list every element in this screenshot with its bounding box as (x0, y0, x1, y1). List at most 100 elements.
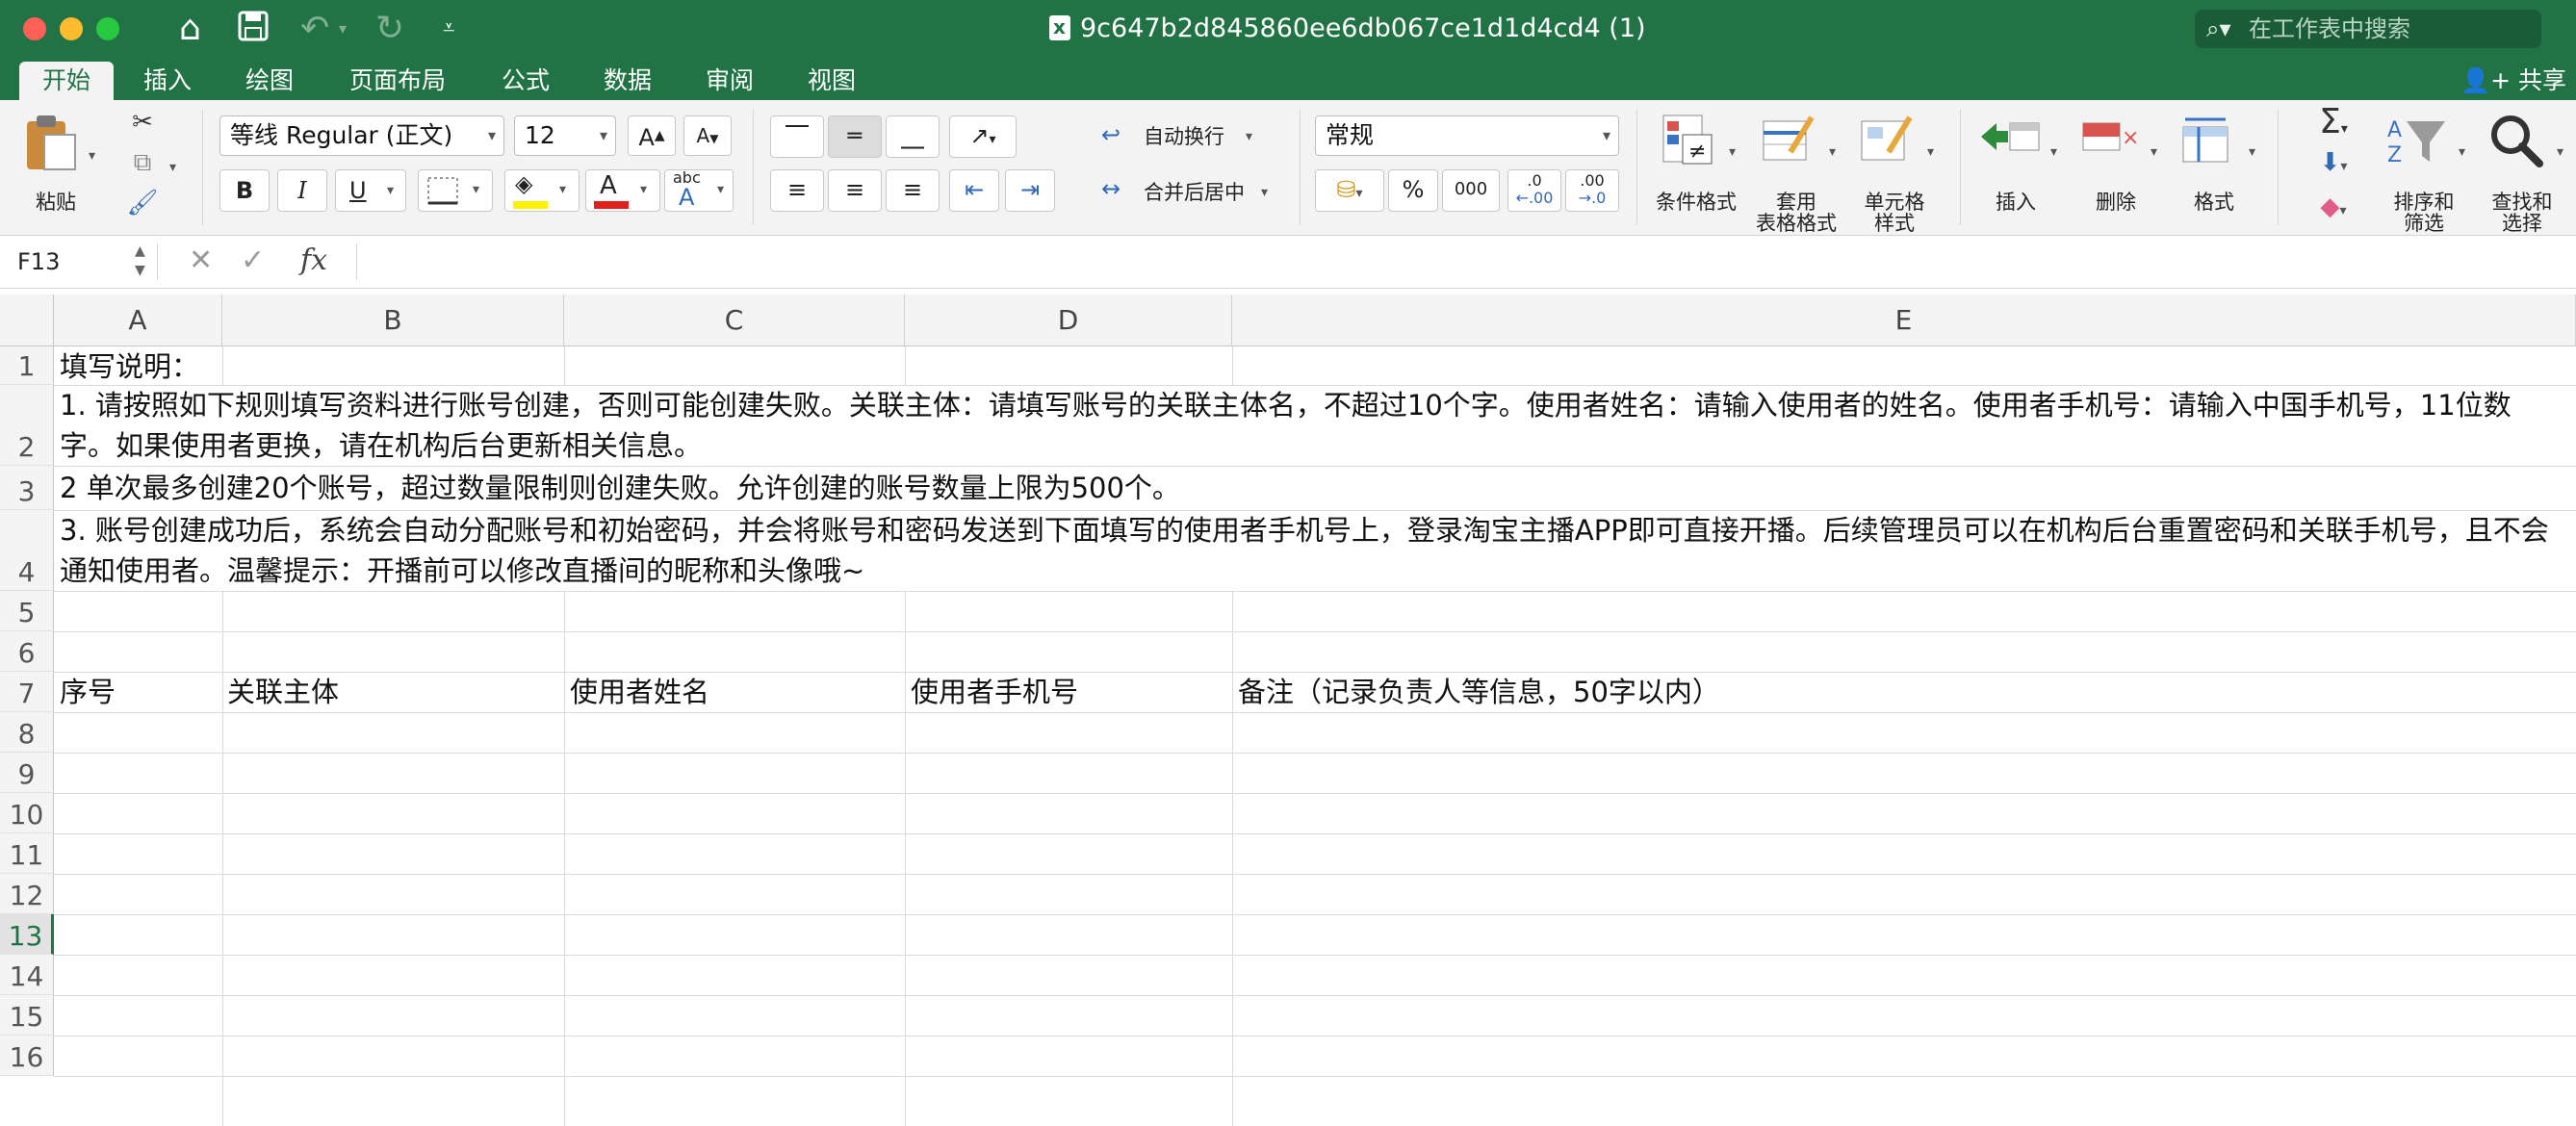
column-header-a[interactable]: A (54, 294, 222, 346)
header-cell-b7[interactable]: 关联主体 (227, 672, 339, 712)
find-select-button[interactable]: ▾ 查找和 选择 (2476, 110, 2572, 235)
name-box-stepper-icon[interactable]: ▲ ▼ (135, 242, 145, 280)
row-header[interactable]: 11 (0, 833, 54, 874)
save-icon[interactable] (237, 10, 270, 51)
worksheet-grid[interactable]: A B C D E 1 2 3 4 5 6 7 8 9 10 11 12 13 … (0, 294, 2576, 1126)
fill-color-button[interactable]: ◈ ▾ (504, 169, 580, 212)
merge-center-button[interactable]: ↔ 合并后居中 ▾ (1101, 173, 1284, 212)
cell-a2[interactable]: 1. 请按照如下规则填写资料进行账号创建，否则可能创建失败。关联主体：请填写账号… (60, 385, 2563, 466)
cell-a1[interactable]: 填写说明： (60, 346, 199, 387)
minimize-window-button[interactable] (60, 17, 83, 40)
header-cell-d7[interactable]: 使用者手机号 (911, 672, 1078, 712)
format-painter-icon[interactable]: 🖌 (123, 189, 162, 218)
row-header[interactable]: 3 (0, 466, 54, 510)
cell-a3[interactable]: 2 单次最多创建20个账号，超过数量限制则创建失败。允许创建的账号数量上限为50… (60, 468, 1180, 508)
header-cell-a7[interactable]: 序号 (60, 672, 116, 712)
redo-icon[interactable]: ↻ (375, 10, 404, 48)
cancel-icon[interactable]: ✕ (189, 242, 213, 280)
tab-draw[interactable]: 绘图 (231, 62, 308, 100)
phonetic-button[interactable]: abc A ▾ (664, 168, 734, 212)
decrease-font-size-button[interactable]: A▼ (683, 115, 732, 156)
percent-style-button[interactable]: % (1388, 169, 1438, 212)
align-bottom-button[interactable]: ⎽ (886, 115, 940, 158)
zoom-window-button[interactable] (96, 17, 119, 40)
increase-font-size-button[interactable]: A▲ (628, 115, 676, 156)
underline-dropdown-icon[interactable]: ▾ (387, 183, 394, 198)
undo-icon[interactable]: ↶ (300, 10, 329, 48)
sort-filter-button[interactable]: A Z ▾ 排序和 筛选 (2378, 110, 2474, 235)
row-header[interactable]: 9 (0, 753, 54, 793)
insert-cells-button[interactable]: ▾ 插入 (1970, 110, 2066, 229)
conditional-format-button[interactable]: ≠ ▾ 条件格式 (1650, 110, 1746, 229)
copy-dropdown-icon[interactable]: ▾ (169, 160, 176, 175)
tab-home[interactable]: 开始 (19, 62, 114, 100)
decrease-decimal-button[interactable]: .00 →.0 (1565, 169, 1619, 212)
fill-down-button[interactable]: ⬇▾ (2305, 148, 2362, 177)
borders-button[interactable]: ▾ (418, 169, 493, 212)
column-header-c[interactable]: C (564, 294, 905, 346)
comma-style-button[interactable]: 000 (1442, 169, 1500, 212)
cell-styles-button[interactable]: ▾ 单元格 样式 (1848, 110, 1945, 235)
header-cell-c7[interactable]: 使用者姓名 (570, 672, 709, 712)
tab-review[interactable]: 审阅 (691, 62, 768, 100)
tab-page-layout[interactable]: 页面布局 (335, 62, 460, 100)
customize-toolbar-icon[interactable]: ⩡ (443, 10, 454, 48)
row-header[interactable]: 7 (0, 672, 54, 712)
orientation-button[interactable]: ↗▾ (949, 115, 1017, 158)
font-color-button[interactable]: A ▾ (585, 169, 660, 212)
bold-button[interactable]: B (219, 169, 270, 212)
format-cells-button[interactable]: ▾ 格式 (2168, 110, 2264, 229)
cut-icon[interactable]: ✂ (123, 108, 162, 137)
header-cell-e7[interactable]: 备注（记录负责人等信息，50字以内） (1238, 672, 1720, 712)
row-header[interactable]: 8 (0, 712, 54, 753)
underline-button[interactable]: U (335, 169, 406, 212)
close-window-button[interactable] (23, 17, 46, 40)
undo-dropdown-icon[interactable]: ▾ (339, 10, 347, 48)
select-all-corner[interactable] (0, 294, 54, 346)
copy-icon[interactable]: ⧉ (123, 148, 162, 178)
paste-dropdown-icon[interactable]: ▾ (89, 148, 95, 164)
home-icon[interactable]: ⌂ (179, 10, 201, 48)
row-header[interactable]: 14 (0, 955, 54, 995)
column-header-d[interactable]: D (905, 294, 1232, 346)
delete-cells-button[interactable]: × ▾ 删除 (2070, 110, 2166, 229)
increase-decimal-button[interactable]: .0 ←.00 (1507, 169, 1561, 212)
decrease-indent-button[interactable]: ⇤ (949, 169, 999, 212)
accounting-format-button[interactable]: ⛁▾ (1315, 169, 1384, 212)
column-header-b[interactable]: B (222, 294, 564, 346)
font-name-select[interactable]: 等线 Regular (正文) ▾ (219, 115, 504, 156)
formula-input[interactable] (356, 243, 2562, 280)
align-left-button[interactable]: ≡ (770, 169, 824, 212)
row-header[interactable]: 1 (0, 346, 54, 385)
align-center-button[interactable]: ≡ (828, 169, 882, 212)
increase-indent-button[interactable]: ⇥ (1005, 169, 1055, 212)
row-header[interactable]: 2 (0, 385, 54, 466)
tab-view[interactable]: 视图 (793, 62, 870, 100)
autosum-button[interactable]: Σ▾ (2305, 102, 2362, 141)
wrap-text-button[interactable]: ↩ 自动换行 ▾ (1101, 117, 1265, 156)
clear-button[interactable]: ◆▾ (2305, 192, 2362, 221)
share-button[interactable]: 👤+ 共享 (2460, 62, 2566, 100)
row-header[interactable]: 5 (0, 591, 54, 631)
column-header-e[interactable]: E (1232, 294, 2576, 346)
align-top-button[interactable]: ⎺ (770, 115, 824, 158)
tab-data[interactable]: 数据 (589, 62, 666, 100)
format-as-table-button[interactable]: ▾ 套用 表格格式 (1750, 110, 1846, 235)
row-header[interactable]: 16 (0, 1036, 54, 1076)
row-header[interactable]: 15 (0, 995, 54, 1036)
tab-insert[interactable]: 插入 (129, 62, 206, 100)
font-size-select[interactable]: 12 ▾ (514, 115, 616, 156)
row-header[interactable]: 6 (0, 631, 54, 672)
sheet-search-box[interactable]: ⌕▾ 在工作表中搜索 (2195, 10, 2541, 48)
tab-formulas[interactable]: 公式 (487, 62, 564, 100)
align-middle-button[interactable]: ═ (828, 115, 882, 158)
row-header[interactable]: 12 (0, 874, 54, 914)
number-format-select[interactable]: 常规 ▾ (1315, 115, 1619, 156)
enter-icon[interactable]: ✓ (241, 242, 265, 280)
row-header[interactable]: 4 (0, 510, 54, 591)
cell-a4[interactable]: 3. 账号创建成功后，系统会自动分配账号和初始密码，并会将账号和密码发送到下面填… (60, 510, 2563, 591)
row-header-selected[interactable]: 13 (0, 914, 54, 955)
row-header[interactable]: 10 (0, 793, 54, 833)
align-right-button[interactable]: ≡ (886, 169, 940, 212)
paste-button[interactable]: ▾ 粘贴 (17, 110, 104, 216)
